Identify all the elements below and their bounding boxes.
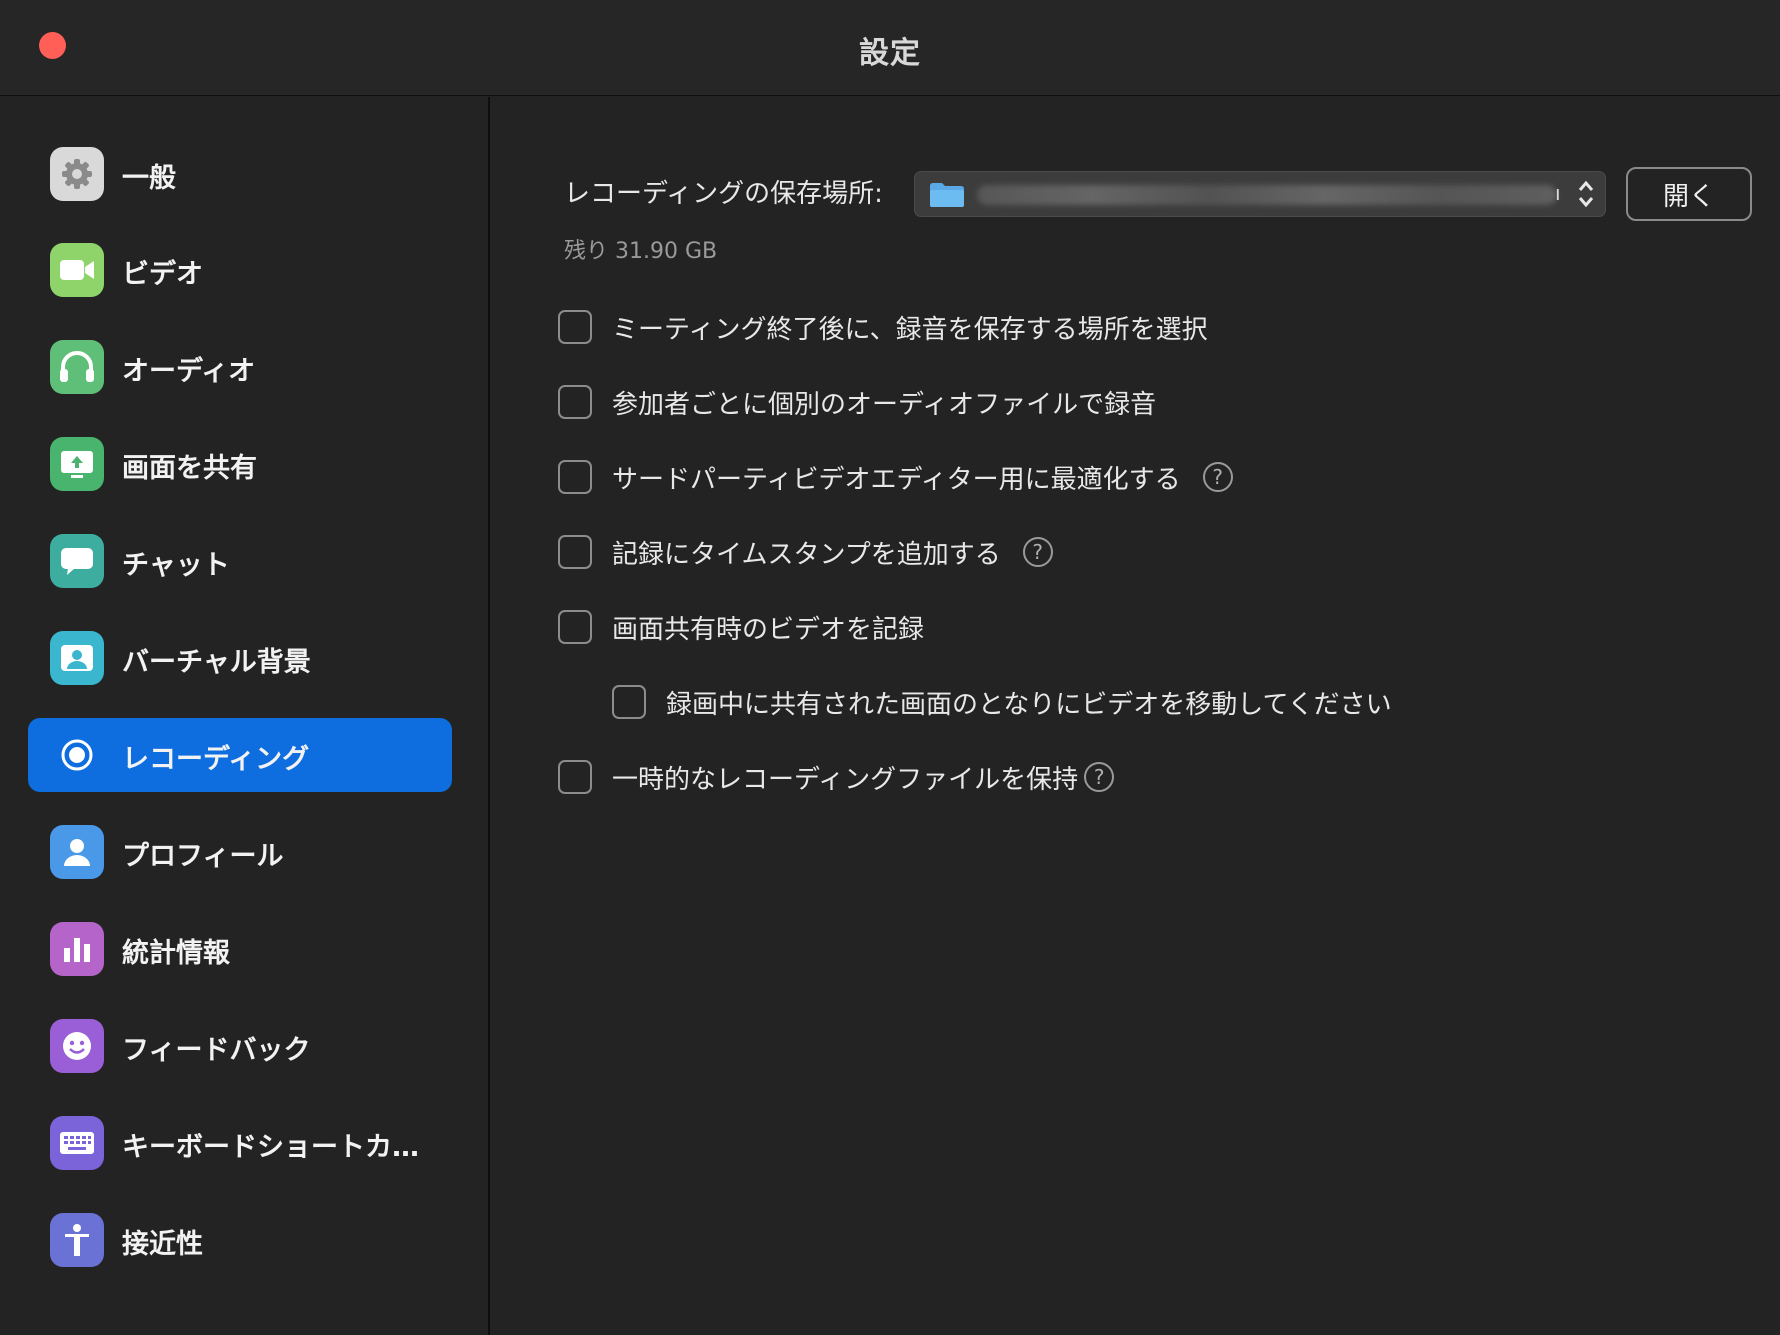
option-label: 記録にタイムスタンプを追加する: [612, 539, 1001, 570]
window-title: 設定: [859, 36, 921, 71]
open-folder-button[interactable]: 開く: [1626, 167, 1752, 221]
title-bar: 設定: [0, 0, 1780, 96]
sidebar-item-label: レコーディング: [122, 744, 310, 775]
virtual-background-icon: [50, 631, 104, 685]
option-label: サードパーティビデオエディター用に最適化する: [612, 464, 1181, 495]
option-optimize-for-video-editor: サードパーティビデオエディター用に最適化する ?: [558, 457, 1233, 497]
sidebar-item-share-screen[interactable]: 画面を共有: [28, 427, 452, 501]
headphones-icon: [50, 340, 104, 394]
profile-icon: [50, 825, 104, 879]
sidebar-item-label: 一般: [122, 163, 176, 194]
sidebar-item-chat[interactable]: チャット: [28, 524, 452, 598]
option-label: ミーティング終了後に、録音を保存する場所を選択: [612, 314, 1208, 345]
help-icon[interactable]: ?: [1202, 462, 1233, 492]
keyboard-icon: [50, 1116, 104, 1170]
sidebar-item-profile[interactable]: プロフィール: [28, 815, 452, 889]
sidebar-item-label: 統計情報: [122, 938, 230, 969]
sidebar-item-label: バーチャル背景: [122, 647, 311, 678]
sidebar-item-label: フィードバック: [122, 1035, 311, 1066]
sidebar-item-accessibility[interactable]: 接近性: [28, 1203, 452, 1277]
path-tail-text: ı: [1555, 181, 1561, 205]
option-separate-audio-per-participant: 参加者ごとに個別のオーディオファイルで録音: [558, 382, 1156, 422]
help-icon[interactable]: ?: [1084, 762, 1115, 792]
bar-chart-icon: [50, 922, 104, 976]
option-keep-temp-recording-files: 一時的なレコーディングファイルを保持 ?: [558, 757, 1115, 797]
option-choose-location-after-meeting: ミーティング終了後に、録音を保存する場所を選択: [558, 307, 1208, 347]
sidebar-item-recording[interactable]: レコーディング: [28, 718, 452, 792]
sidebar-item-label: チャット: [122, 550, 230, 581]
sidebar-item-label: 画面を共有: [122, 453, 257, 484]
checkbox[interactable]: [558, 760, 592, 794]
sidebar-item-label: プロフィール: [122, 841, 284, 872]
sidebar-item-keyboard-shortcuts[interactable]: キーボードショートカ…: [28, 1106, 452, 1180]
sidebar-item-label: オーディオ: [122, 356, 256, 387]
folder-icon: [929, 182, 965, 208]
option-label: 参加者ごとに個別のオーディオファイルで録音: [612, 389, 1157, 420]
blurred-path-text: [977, 185, 1557, 205]
sidebar-item-label: キーボードショートカ…: [122, 1132, 419, 1163]
save-location-label: レコーディングの保存場所:: [564, 179, 883, 209]
sidebar-item-feedback[interactable]: フィードバック: [28, 1009, 452, 1083]
sidebar-item-audio[interactable]: オーディオ: [28, 330, 452, 404]
recording-settings-panel: レコーディングの保存場所: ı 開く 残り 31.90 GB ミーティング終了後…: [492, 97, 1780, 1335]
accessibility-icon: [50, 1213, 104, 1267]
sidebar-item-label: 接近性: [122, 1229, 203, 1260]
up-down-arrows-icon: [1575, 177, 1597, 211]
remaining-space-text: 残り 31.90 GB: [564, 239, 718, 264]
video-camera-icon: [50, 243, 104, 297]
sidebar-item-virtual-background[interactable]: バーチャル背景: [28, 621, 452, 695]
smiley-face-icon: [50, 1019, 104, 1073]
checkbox[interactable]: [558, 310, 592, 344]
sidebar-item-general[interactable]: 一般: [28, 137, 452, 211]
chat-bubble-icon: [50, 534, 104, 588]
checkbox[interactable]: [612, 685, 646, 719]
sidebar-item-statistics[interactable]: 統計情報: [28, 912, 452, 986]
sidebar-item-label: ビデオ: [122, 259, 203, 290]
option-add-timestamp: 記録にタイムスタンプを追加する ?: [558, 532, 1053, 572]
sidebar: 一般 ビデオ オーディオ 画面を共有 チャット バーチャル背景 レコーディング …: [0, 97, 490, 1335]
help-icon[interactable]: ?: [1022, 537, 1053, 567]
checkbox[interactable]: [558, 385, 592, 419]
checkbox[interactable]: [558, 460, 592, 494]
gear-icon: [50, 147, 104, 201]
sidebar-item-video[interactable]: ビデオ: [28, 233, 452, 307]
checkbox[interactable]: [558, 610, 592, 644]
option-label: 録画中に共有された画面のとなりにビデオを移動してください: [666, 689, 1392, 720]
share-screen-icon: [50, 437, 104, 491]
option-place-video-next-to-shared-screen: 録画中に共有された画面のとなりにビデオを移動してください: [612, 682, 1392, 722]
option-record-video-during-share: 画面共有時のビデオを記録: [558, 607, 924, 647]
checkbox[interactable]: [558, 535, 592, 569]
record-icon: [50, 728, 104, 782]
option-label: 画面共有時のビデオを記録: [612, 614, 925, 645]
save-location-select[interactable]: ı: [914, 171, 1606, 217]
option-label: 一時的なレコーディングファイルを保持: [612, 764, 1079, 795]
